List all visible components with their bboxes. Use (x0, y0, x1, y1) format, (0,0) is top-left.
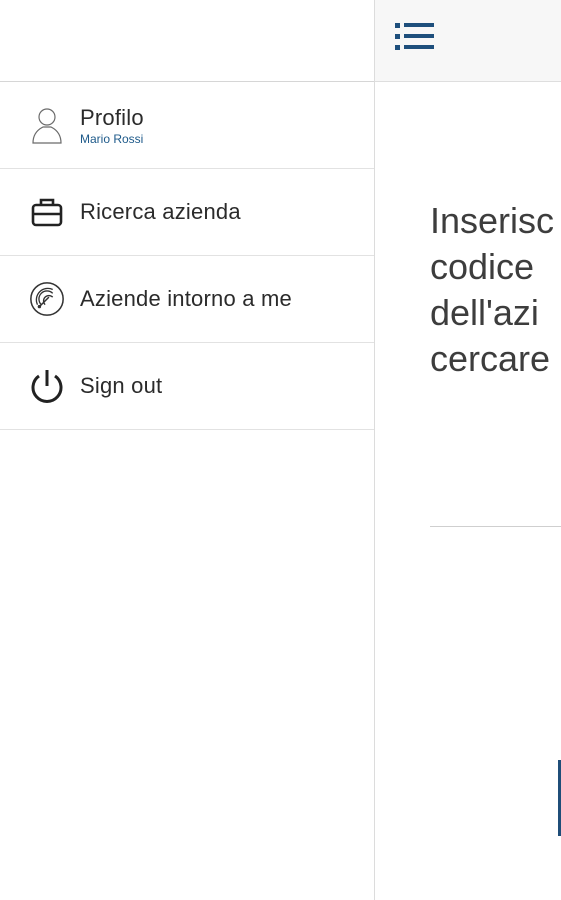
power-icon (28, 366, 66, 406)
menu-text: Sign out (80, 373, 162, 399)
menu-text: Ricerca azienda (80, 199, 241, 225)
radar-icon (28, 279, 66, 319)
menu-item-aziende-intorno[interactable]: Aziende intorno a me (0, 256, 374, 343)
company-code-input[interactable] (430, 500, 561, 527)
app-screen: Profilo Mario Rossi Ricerca azienda Azie… (0, 0, 561, 900)
menu-text: Profilo Mario Rossi (80, 105, 144, 146)
user-icon (28, 105, 66, 145)
menu-label-aziende-intorno: Aziende intorno a me (80, 286, 292, 311)
hamburger-list-icon[interactable] (393, 20, 437, 54)
menu-item-profilo[interactable]: Profilo Mario Rossi (0, 82, 374, 169)
menu-label-ricerca-azienda: Ricerca azienda (80, 199, 241, 224)
drawer-header (0, 0, 374, 82)
instruction-text: Inserisc codice dell'azi cercare (430, 200, 555, 379)
menu-text: Aziende intorno a me (80, 286, 292, 312)
profile-user-name: Mario Rossi (80, 131, 144, 146)
menu-item-sign-out[interactable]: Sign out (0, 343, 374, 430)
navigation-drawer: Profilo Mario Rossi Ricerca azienda Azie… (0, 0, 375, 900)
top-app-bar (375, 0, 561, 82)
briefcase-icon (28, 192, 66, 232)
menu-label-sign-out: Sign out (80, 373, 163, 398)
menu-label-profilo: Profilo (80, 104, 144, 130)
menu-item-ricerca-azienda[interactable]: Ricerca azienda (0, 169, 374, 256)
main-content: Inserisc codice dell'azi cercare (375, 0, 561, 900)
